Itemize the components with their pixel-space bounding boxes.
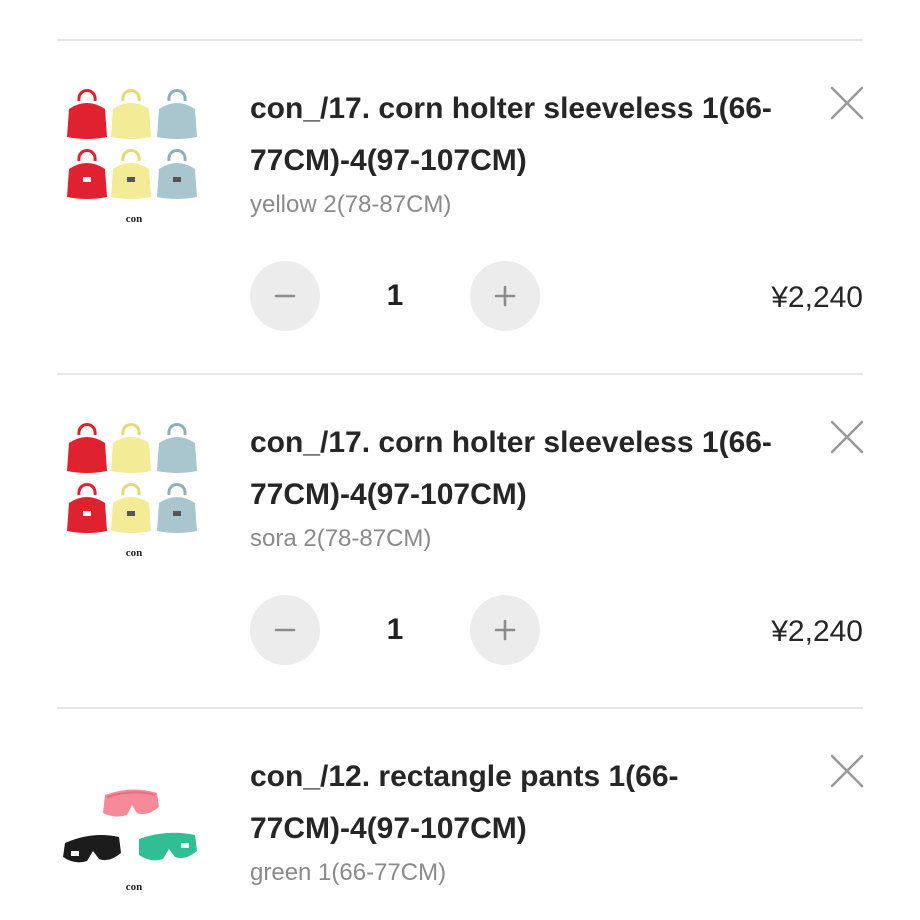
product-variant: sora 2(78-87CM) <box>250 525 432 552</box>
product-variant: yellow 2(78-87CM) <box>250 191 452 218</box>
thumbnail-label: con <box>126 881 143 893</box>
shorts-thumbnail-icon: con <box>57 747 212 902</box>
product-thumbnail[interactable]: con <box>57 413 212 568</box>
thumbnail-label: con <box>126 547 143 559</box>
quantity-value: 1 <box>386 279 404 312</box>
remove-item-button[interactable] <box>829 753 865 789</box>
minus-icon <box>274 294 296 298</box>
halter-tops-thumbnail-icon: con <box>57 79 212 234</box>
remove-item-button[interactable] <box>829 419 865 455</box>
product-title[interactable]: con_/12. rectangle pants 1(66-77CM)-4(97… <box>250 751 790 855</box>
halter-tops-thumbnail-icon: con <box>57 413 212 568</box>
close-icon <box>830 420 864 454</box>
product-thumbnail[interactable]: con <box>57 747 212 902</box>
remove-item-button[interactable] <box>829 85 865 121</box>
plus-icon <box>494 619 516 641</box>
minus-icon <box>274 628 296 632</box>
item-price: ¥2,240 <box>771 615 863 648</box>
product-thumbnail[interactable]: con <box>57 79 212 234</box>
cart-item: con con_/12. rectangle pants 1(66-77CM)-… <box>0 709 920 920</box>
increase-quantity-button[interactable] <box>470 595 540 665</box>
close-icon <box>830 86 864 120</box>
product-title[interactable]: con_/17. corn holter sleeveless 1(66-77C… <box>250 83 790 187</box>
close-icon <box>830 754 864 788</box>
product-variant: green 1(66-77CM) <box>250 859 447 886</box>
quantity-value: 1 <box>386 613 404 646</box>
thumbnail-label: con <box>126 213 143 225</box>
cart-list: con con_/17. corn holter sleeveless 1(66… <box>0 0 920 920</box>
decrease-quantity-button[interactable] <box>250 595 320 665</box>
cart-item: con con_/17. corn holter sleeveless 1(66… <box>0 375 920 709</box>
increase-quantity-button[interactable] <box>470 261 540 331</box>
item-price: ¥2,240 <box>771 281 863 314</box>
cart-item: con con_/17. corn holter sleeveless 1(66… <box>0 41 920 375</box>
plus-icon <box>494 285 516 307</box>
product-title[interactable]: con_/17. corn holter sleeveless 1(66-77C… <box>250 417 790 521</box>
decrease-quantity-button[interactable] <box>250 261 320 331</box>
